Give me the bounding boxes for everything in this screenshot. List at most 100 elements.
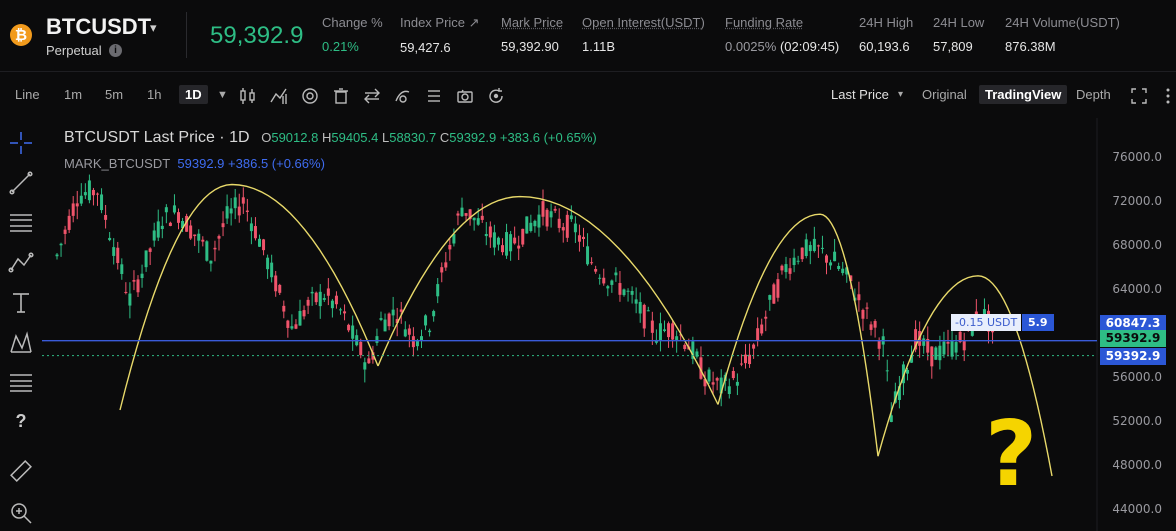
crosshair-icon[interactable] <box>8 130 34 156</box>
position-qty-tag[interactable]: 5.9 <box>1022 314 1054 331</box>
candle-body <box>650 320 654 333</box>
interval-1d[interactable]: 1D <box>179 85 208 104</box>
candle-body <box>286 320 290 328</box>
compare-icon[interactable] <box>362 86 382 106</box>
candle-body <box>573 223 577 233</box>
candle-body <box>857 294 861 301</box>
settings-icon[interactable] <box>300 86 320 106</box>
bitcoin-icon: ₿ <box>10 24 32 46</box>
candle-body <box>586 246 590 265</box>
candle-body <box>326 288 330 296</box>
candle-body <box>598 277 602 279</box>
candle-body <box>671 323 675 340</box>
candlestick-series <box>55 174 995 423</box>
chevron-down-icon[interactable]: ▾ <box>150 20 157 36</box>
candle-body <box>565 214 569 238</box>
stat-mark-price: Mark Price 59,392.90 <box>501 15 564 54</box>
price-axis-tick: 56000.0 <box>1112 370 1162 384</box>
candle-body <box>464 213 468 216</box>
candle-body <box>278 284 282 293</box>
candle-body <box>930 346 934 367</box>
candle-body <box>618 283 622 295</box>
candle-body <box>764 316 768 319</box>
price-axis-tick: 44000.0 <box>1112 502 1162 516</box>
candle-body <box>752 344 756 349</box>
candle-body <box>962 340 966 351</box>
candle-body <box>436 284 440 297</box>
candle-body <box>298 310 302 326</box>
candle-body <box>91 189 95 196</box>
candle-body <box>569 215 573 220</box>
interval-1m[interactable]: 1m <box>64 87 82 102</box>
mark-price-tag: 59392.9 <box>1100 347 1166 365</box>
text-icon[interactable] <box>8 290 34 316</box>
object-tree-icon[interactable] <box>424 86 444 106</box>
candle-body <box>561 227 565 231</box>
candle-body <box>683 344 687 349</box>
candle-body <box>841 268 845 274</box>
ruler-icon[interactable] <box>8 458 34 484</box>
price-axis-tick: 52000.0 <box>1112 414 1162 428</box>
candle-body <box>132 280 136 282</box>
candle-body <box>942 341 946 355</box>
chevron-down-icon[interactable]: ▾ <box>898 89 903 100</box>
info-icon[interactable]: i <box>109 44 122 57</box>
horizontal-lines-icon[interactable] <box>8 210 34 236</box>
interval-more-icon[interactable]: ▼ <box>217 89 228 101</box>
trash-icon[interactable] <box>331 86 351 106</box>
candle-body <box>63 229 67 234</box>
candle-body <box>808 245 812 252</box>
chart-legend-main: BTCUSDT Last Price · 1D O59012.8 H59405.… <box>64 129 597 146</box>
replay-icon[interactable] <box>486 86 506 106</box>
fullscreen-icon[interactable] <box>1129 86 1149 106</box>
candle-body <box>614 272 618 276</box>
indicators-icon[interactable] <box>269 86 289 106</box>
pattern-icon[interactable] <box>8 330 34 356</box>
interval-1h[interactable]: 1h <box>147 87 161 102</box>
view-original[interactable]: Original <box>922 87 967 102</box>
view-tradingview[interactable]: TradingView <box>979 85 1068 104</box>
candle-body <box>744 354 747 364</box>
price-mode-select[interactable]: Last Price <box>831 87 889 102</box>
candle-body <box>622 289 626 296</box>
stat-24h-volume: 24H Volume(USDT) 876.38M <box>1005 15 1120 54</box>
candle-body <box>630 290 634 295</box>
candle-body <box>152 230 156 241</box>
candle-body <box>954 342 958 353</box>
more-icon[interactable] <box>1158 86 1172 106</box>
candle-body <box>87 180 91 201</box>
zoom-in-icon[interactable] <box>8 500 34 526</box>
candle-body <box>403 329 407 337</box>
interval-5m[interactable]: 5m <box>105 87 123 102</box>
candle-type-icon[interactable] <box>238 86 258 106</box>
candle-body <box>322 298 326 300</box>
candle-body <box>237 206 241 216</box>
candle-body <box>472 217 476 221</box>
symbol-selector[interactable]: BTCUSDT <box>46 14 151 40</box>
candle-body <box>104 215 108 220</box>
draw-icon[interactable] <box>393 86 413 106</box>
candle-body <box>343 311 347 314</box>
candle-body <box>172 205 176 213</box>
camera-icon[interactable] <box>455 86 475 106</box>
position-pnl-tag[interactable]: -0.15 USDT <box>951 314 1022 331</box>
candle-body <box>75 203 79 207</box>
candle-body <box>946 342 950 344</box>
candle-body <box>906 369 909 374</box>
stat-index-price[interactable]: Index Price ↗ 59,427.6 <box>400 15 480 55</box>
price-axis-tick: 72000.0 <box>1112 194 1162 208</box>
last-price-tag: 59392.9 <box>1100 329 1166 347</box>
candle-body <box>505 232 509 256</box>
path-icon[interactable] <box>8 250 34 276</box>
candle-body <box>950 340 954 357</box>
help-icon[interactable]: ? <box>8 408 34 434</box>
interval-line[interactable]: Line <box>15 87 40 102</box>
candle-body <box>440 267 444 273</box>
fib-levels-icon[interactable] <box>8 370 34 396</box>
candle-body <box>241 197 245 204</box>
view-depth[interactable]: Depth <box>1076 87 1111 102</box>
trend-line-icon[interactable] <box>8 170 34 196</box>
candle-body <box>792 257 796 266</box>
candle-body <box>189 225 193 239</box>
candle-body <box>642 304 646 329</box>
